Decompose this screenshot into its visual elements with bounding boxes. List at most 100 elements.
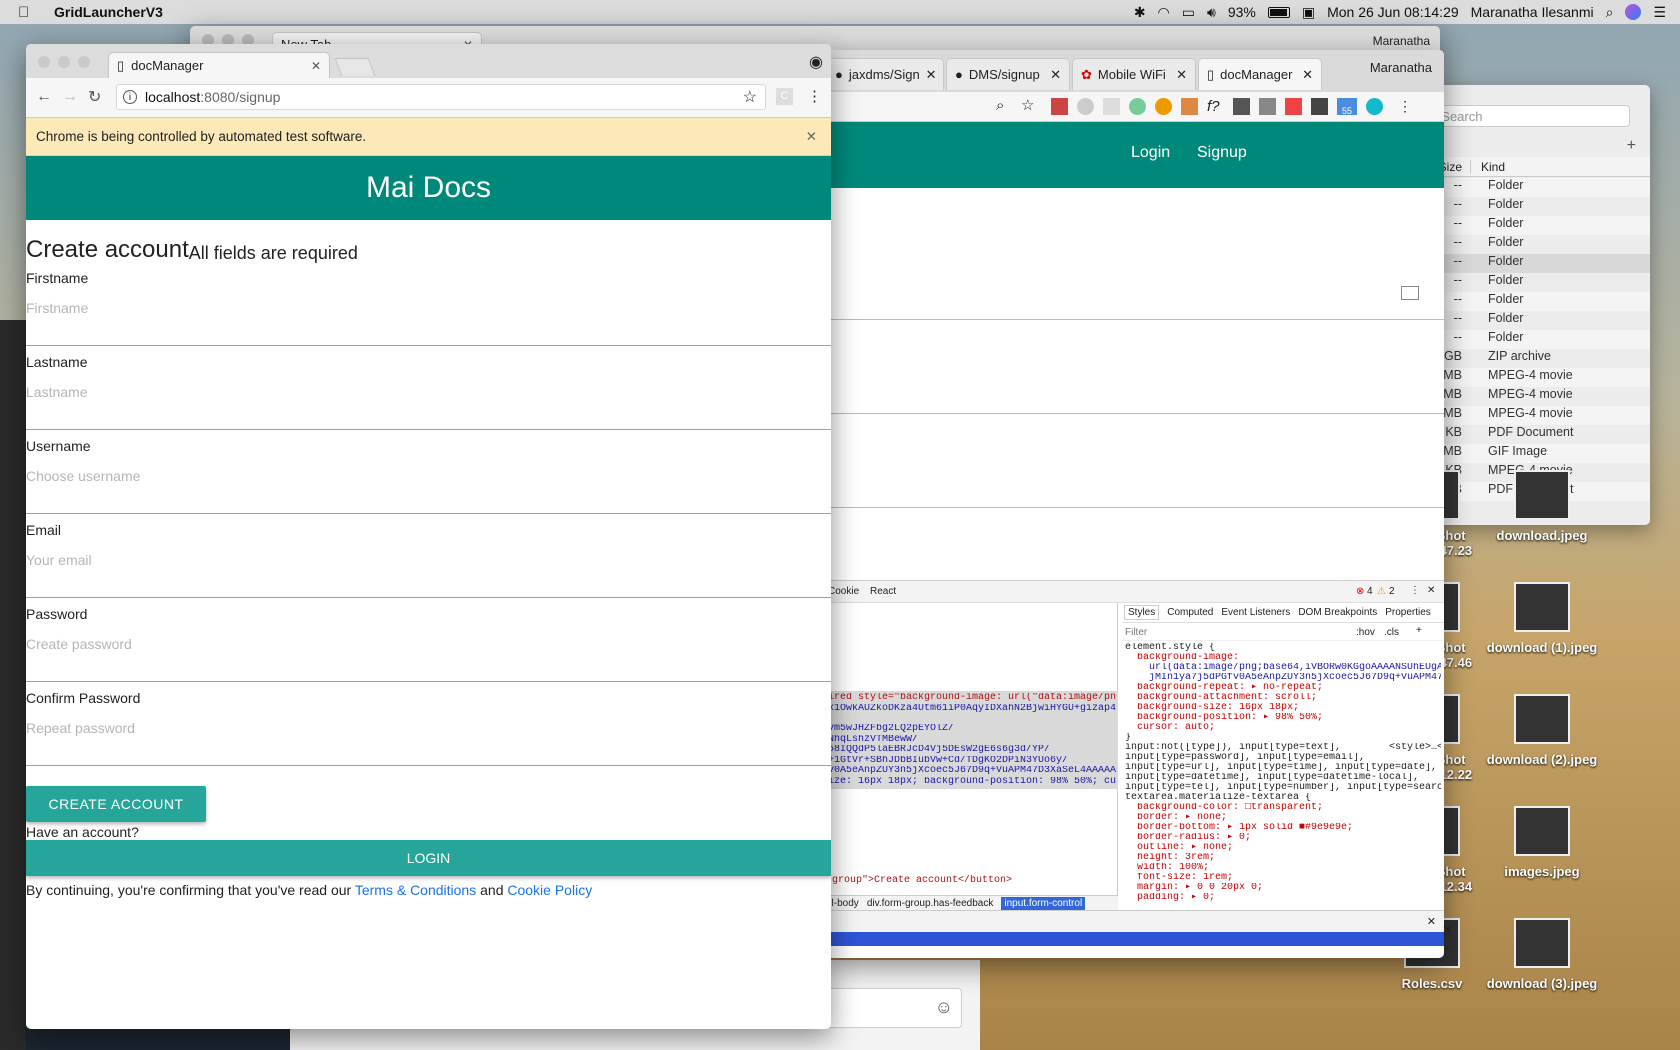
battery-percent[interactable]: 93% [1228, 4, 1256, 20]
notification-center-icon[interactable]: ☰ [1653, 4, 1666, 21]
menu-dots-icon[interactable]: ⋮ [807, 87, 822, 105]
style-line[interactable]: border-bottom: ▸ 1px solid ■#9e9e9e; [1125, 823, 1441, 833]
tab-properties[interactable]: Properties [1385, 607, 1431, 618]
airplay-icon[interactable]: ▭ [1182, 4, 1195, 21]
volume-icon[interactable]: 🔊︎ [1207, 4, 1216, 21]
finder-row[interactable]: -- Folder [1410, 254, 1650, 273]
info-icon[interactable]: i [123, 90, 137, 104]
battery-icon[interactable] [1267, 6, 1290, 18]
finder-row[interactable]: -- Folder [1410, 311, 1650, 330]
close-icon[interactable]: ✕ [1427, 585, 1435, 596]
finder-row[interactable]: -- Folder [1410, 273, 1650, 292]
extension-icon[interactable] [1129, 98, 1146, 115]
create-account-button[interactable]: CREATE ACCOUNT [26, 786, 206, 822]
keyboard-input-icon[interactable]: ▣ [1302, 4, 1315, 21]
field-input[interactable] [26, 552, 826, 568]
dom-button-line[interactable]: -group">Create account</button> [826, 875, 1012, 886]
close-window-button[interactable] [38, 56, 50, 68]
devtools-tab-react[interactable]: React [870, 586, 896, 597]
desktop-file-icon[interactable]: download (3).jpeg [1482, 918, 1602, 991]
desktop-file-icon[interactable]: download (2).jpeg [1482, 694, 1602, 767]
cls-toggle[interactable]: .cls [1384, 627, 1399, 638]
bookmark-star-icon[interactable]: ☆ [1021, 96, 1034, 114]
nav-signup-link[interactable]: Signup [1197, 144, 1247, 162]
hov-toggle[interactable]: :hov [1356, 627, 1375, 638]
cookie-policy-link[interactable]: Cookie Policy [507, 882, 592, 898]
field-input[interactable] [26, 720, 826, 736]
style-line[interactable]: } [1125, 733, 1441, 743]
extension-icon[interactable] [1051, 98, 1068, 115]
brand-title[interactable]: Mai Docs [366, 171, 491, 205]
main-tab-docmanager[interactable]: ▯ docManager ✕ [108, 52, 330, 78]
style-line[interactable]: background-repeat: ▸ no-repeat; [1125, 683, 1441, 693]
menu-dots-icon[interactable]: ⋮ [1398, 98, 1412, 115]
style-line[interactable]: input[type=datetime], input[type=datetim… [1125, 773, 1441, 783]
tab-computed[interactable]: Computed [1167, 607, 1213, 618]
wifi-icon[interactable]: ◠ [1158, 4, 1170, 21]
column-kind[interactable]: Kind [1470, 159, 1505, 174]
field-input[interactable] [26, 384, 826, 400]
finder-row[interactable]: -- Folder [1410, 292, 1650, 311]
extension-icon[interactable] [1181, 98, 1198, 115]
back-tab-jaxdms[interactable]: ● jaxdms/Sign ✕ [826, 58, 944, 90]
warning-icon[interactable]: ⚠ [1377, 586, 1386, 597]
error-icon[interactable]: ⊗ [1356, 586, 1364, 597]
close-icon[interactable]: ✕ [1302, 67, 1313, 83]
style-line[interactable]: margin: ▸ 0 0 20px 0; [1125, 883, 1441, 893]
styles-filter-input[interactable]: Filter [1125, 627, 1147, 638]
style-line[interactable]: background-color: □transparent; [1125, 803, 1441, 813]
style-line[interactable]: textarea.materialize-textarea { [1125, 793, 1441, 803]
spotlight-search-icon[interactable]: ⌕ [1606, 4, 1614, 21]
desktop-file-icon[interactable]: download (1).jpeg [1482, 582, 1602, 655]
style-line[interactable]: border: ▸ none; [1125, 813, 1441, 823]
back-tab-docmanager[interactable]: ▯ docManager ✕ [1198, 58, 1322, 90]
address-bar[interactable]: i localhost:8080/signup ☆ [116, 84, 766, 110]
close-icon[interactable]: ✕ [1442, 922, 1453, 938]
style-line[interactable]: input[type=password], input[type=email], [1125, 753, 1441, 763]
new-tab-button[interactable] [334, 58, 376, 76]
function-icon[interactable]: f? [1207, 98, 1224, 115]
style-line[interactable]: padding: ▸ 0; [1125, 893, 1441, 903]
style-line[interactable]: height: 3rem; [1125, 853, 1441, 863]
login-button[interactable]: LOGIN [26, 840, 831, 876]
minimize-window-button[interactable] [58, 56, 70, 68]
finder-row[interactable]: -- Folder [1410, 216, 1650, 235]
back-tab-dms[interactable]: ● DMS/signup ✕ [946, 58, 1070, 90]
finder-row[interactable]: 14 MBMPEG-4 movie [1410, 387, 1650, 406]
background-profile-label[interactable]: Maranatha [1373, 34, 1430, 48]
apple-menu-icon[interactable]:  [18, 4, 40, 21]
zoom-icon[interactable]: ⌕ [996, 97, 1004, 114]
devtools-menu-icon[interactable]: ⋮ [1410, 585, 1420, 596]
close-icon[interactable]: ✕ [926, 67, 937, 83]
style-line[interactable]: cursor: auto; [1125, 723, 1441, 733]
finder-row[interactable]: 14 MBMPEG-4 movie [1410, 368, 1650, 387]
dom-highlighted-node[interactable]: ired style="background-image: url("data:… [826, 691, 1118, 789]
field-input[interactable] [26, 636, 826, 652]
zoom-window-button[interactable] [78, 56, 90, 68]
finder-row[interactable]: -- Folder [1410, 197, 1650, 216]
add-icon[interactable]: + [1627, 137, 1636, 155]
finder-search-field[interactable]: ⌕Search [1420, 105, 1630, 127]
profile-icon[interactable]: ◉ [809, 52, 823, 72]
terms-link[interactable]: Terms & Conditions [355, 882, 476, 898]
close-icon[interactable]: ✕ [311, 59, 321, 73]
back-profile-label[interactable]: Maranatha [1370, 60, 1432, 75]
close-icon[interactable]: ✕ [1050, 67, 1061, 83]
mail-icon[interactable] [1259, 98, 1276, 115]
finder-row[interactable]: -- Folder [1410, 178, 1650, 197]
forward-arrow-icon[interactable]: → [62, 88, 78, 106]
close-icon[interactable]: ✕ [806, 129, 817, 145]
field-input[interactable] [26, 468, 826, 484]
style-line[interactable]: background-attachment: scroll; [1125, 693, 1441, 703]
back-arrow-icon[interactable]: ← [36, 88, 52, 106]
desktop-file-icon[interactable]: download.jpeg [1482, 470, 1602, 543]
bookmark-star-icon[interactable]: ☆ [743, 87, 757, 107]
tab-styles[interactable]: Styles [1124, 605, 1160, 620]
style-line[interactable]: element.style { [1125, 643, 1441, 653]
todoist-icon[interactable] [1285, 98, 1302, 115]
style-line[interactable]: background-image: [1125, 653, 1441, 663]
tab-dom-breakpoints[interactable]: DOM Breakpoints [1298, 607, 1377, 618]
nav-login-link[interactable]: Login [1131, 144, 1170, 162]
finder-row[interactable]: 83 GB ZIP archive [1410, 349, 1650, 368]
finder-row[interactable]: 5.9 MBGIF Image [1410, 444, 1650, 463]
